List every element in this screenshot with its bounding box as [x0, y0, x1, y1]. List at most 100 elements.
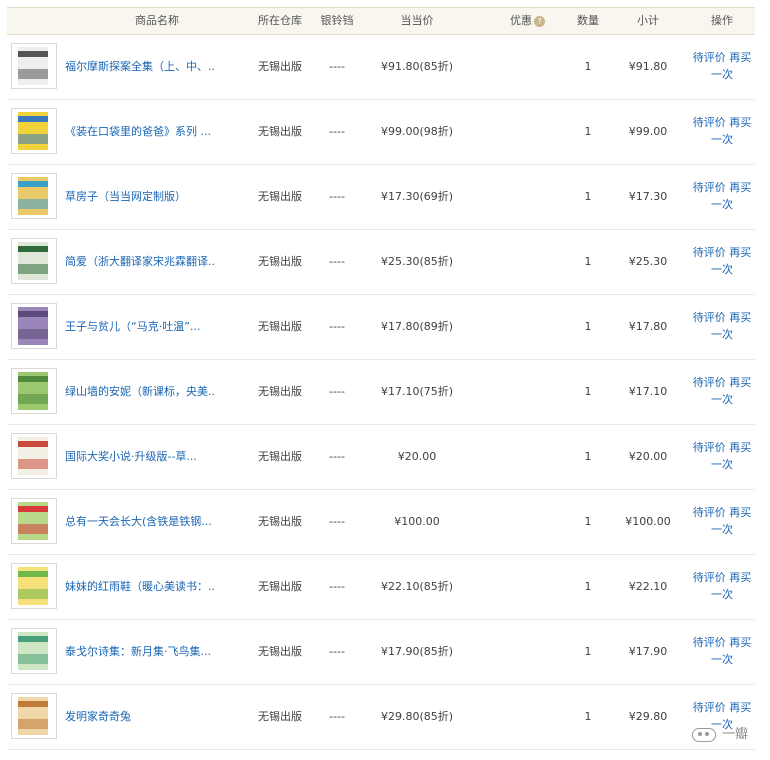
help-icon[interactable]: ? — [534, 15, 545, 27]
header-product-name: 商品名称 — [135, 14, 179, 27]
order-items-table: 商品名称 所在仓库 银铃铛 当当价 优惠? 数量 小计 操作 福尔摩斯探案全集（… — [7, 7, 755, 750]
product-title-link[interactable]: 总有一天会长大(含铁是铁钢... — [65, 490, 215, 554]
silver-bell-cell: ---- — [329, 190, 345, 203]
silver-bell-cell: ---- — [329, 320, 345, 333]
cover-art — [18, 329, 48, 339]
product-thumbnail[interactable] — [11, 43, 57, 89]
table-row: 国际大奖小说·升级版--草... 无锡出版 ---- ¥20.00 1 ¥20.… — [7, 425, 755, 490]
warehouse-cell: 无锡出版 — [258, 60, 302, 73]
book-cover-image — [18, 112, 48, 150]
quantity-cell: 1 — [584, 580, 592, 593]
product-title-link[interactable]: 发明家奇奇兔 — [65, 685, 215, 749]
cover-art — [18, 199, 48, 209]
product-title-link[interactable]: 王子与贫儿（“马克·吐温”... — [65, 295, 215, 359]
product-title-link[interactable]: 简爱（浙大翻译家宋兆霖翻译... — [65, 230, 215, 294]
quantity-cell: 1 — [584, 450, 592, 463]
cover-art — [18, 394, 48, 404]
silver-bell-cell: ---- — [329, 125, 345, 138]
cover-stripe — [18, 571, 48, 577]
header-promo-label: 优惠 — [510, 14, 532, 27]
quantity-cell: 1 — [584, 645, 592, 658]
product-title-link[interactable]: 妹妹的红雨鞋（暖心美读书：... — [65, 555, 215, 619]
product-title-link[interactable]: 泰戈尔诗集：新月集·飞鸟集... — [65, 620, 215, 684]
review-link[interactable]: 待评价 — [693, 376, 726, 389]
price-cell: ¥91.80(85折) — [380, 60, 454, 73]
product-title-link[interactable]: 草房子（当当网定制版） — [65, 165, 215, 229]
row-actions: 待评价 再买一次 — [689, 439, 755, 473]
price-cell: ¥17.90(85折) — [380, 645, 454, 658]
table-body: 福尔摩斯探案全集（上、中、... 无锡出版 ---- ¥91.80(85折) 1… — [7, 35, 755, 750]
book-cover-image — [18, 697, 48, 735]
cover-art — [18, 589, 48, 599]
subtotal-cell: ¥22.10 — [628, 580, 668, 593]
cover-art — [18, 524, 48, 534]
review-link[interactable]: 待评价 — [693, 701, 726, 714]
product-thumbnail[interactable] — [11, 433, 57, 479]
review-link[interactable]: 待评价 — [693, 441, 726, 454]
review-link[interactable]: 待评价 — [693, 181, 726, 194]
quantity-cell: 1 — [584, 515, 592, 528]
row-actions: 待评价 再买一次 — [689, 244, 755, 278]
subtotal-cell: ¥29.80 — [628, 710, 668, 723]
review-link[interactable]: 待评价 — [693, 571, 726, 584]
product-thumbnail[interactable] — [11, 693, 57, 739]
warehouse-cell: 无锡出版 — [258, 515, 302, 528]
product-thumbnail[interactable] — [11, 498, 57, 544]
product-thumbnail[interactable] — [11, 628, 57, 674]
book-cover-image — [18, 632, 48, 670]
book-cover-image — [18, 177, 48, 215]
price-cell: ¥25.30(85折) — [380, 255, 454, 268]
table-row: 总有一天会长大(含铁是铁钢... 无锡出版 ---- ¥100.00 1 ¥10… — [7, 490, 755, 555]
warehouse-cell: 无锡出版 — [258, 385, 302, 398]
product-thumbnail[interactable] — [11, 173, 57, 219]
cover-stripe — [18, 441, 48, 447]
review-link[interactable]: 待评价 — [693, 116, 726, 129]
review-link[interactable]: 待评价 — [693, 246, 726, 259]
product-thumbnail[interactable] — [11, 368, 57, 414]
cover-stripe — [18, 636, 48, 642]
price-cell: ¥20.00 — [397, 450, 437, 463]
product-title-link[interactable]: 绿山墙的安妮（新课标，央美... — [65, 360, 215, 424]
book-cover-image — [18, 47, 48, 85]
product-thumbnail[interactable] — [11, 303, 57, 349]
quantity-cell: 1 — [584, 710, 592, 723]
review-link[interactable]: 待评价 — [693, 636, 726, 649]
book-cover-image — [18, 437, 48, 475]
product-title-link[interactable]: 国际大奖小说·升级版--草... — [65, 425, 215, 489]
product-title-link[interactable]: 《装在口袋里的爸爸》系列 ... — [65, 100, 215, 164]
price-cell: ¥99.00(98折) — [380, 125, 454, 138]
cover-art — [18, 459, 48, 469]
table-header: 商品名称 所在仓库 银铃铛 当当价 优惠? 数量 小计 操作 — [7, 7, 755, 35]
warehouse-cell: 无锡出版 — [258, 710, 302, 723]
warehouse-cell: 无锡出版 — [258, 320, 302, 333]
wechat-icon — [691, 727, 716, 742]
cover-art — [18, 134, 48, 144]
book-cover-image — [18, 567, 48, 605]
table-row: 福尔摩斯探案全集（上、中、... 无锡出版 ---- ¥91.80(85折) 1… — [7, 35, 755, 100]
product-title-link[interactable]: 福尔摩斯探案全集（上、中、... — [65, 35, 215, 99]
cover-art — [18, 719, 48, 729]
row-actions: 待评价 再买一次 — [689, 569, 755, 603]
silver-bell-cell: ---- — [329, 450, 345, 463]
table-row: 绿山墙的安妮（新课标，央美... 无锡出版 ---- ¥17.10(75折) 1… — [7, 360, 755, 425]
cover-stripe — [18, 246, 48, 252]
review-link[interactable]: 待评价 — [693, 51, 726, 64]
book-cover-image — [18, 502, 48, 540]
row-actions: 待评价 再买一次 — [689, 114, 755, 148]
cover-stripe — [18, 311, 48, 317]
book-cover-image — [18, 307, 48, 345]
review-link[interactable]: 待评价 — [693, 506, 726, 519]
quantity-cell: 1 — [584, 60, 592, 73]
product-thumbnail[interactable] — [11, 238, 57, 284]
book-cover-image — [18, 372, 48, 410]
review-link[interactable]: 待评价 — [693, 311, 726, 324]
price-cell: ¥100.00 — [394, 515, 440, 528]
table-row: 妹妹的红雨鞋（暖心美读书：... 无锡出版 ---- ¥22.10(85折) 1… — [7, 555, 755, 620]
subtotal-cell: ¥20.00 — [628, 450, 668, 463]
product-thumbnail[interactable] — [11, 563, 57, 609]
silver-bell-cell: ---- — [329, 645, 345, 658]
product-thumbnail[interactable] — [11, 108, 57, 154]
table-row: 简爱（浙大翻译家宋兆霖翻译... 无锡出版 ---- ¥25.30(85折) 1… — [7, 230, 755, 295]
silver-bell-cell: ---- — [329, 60, 345, 73]
quantity-cell: 1 — [584, 385, 592, 398]
